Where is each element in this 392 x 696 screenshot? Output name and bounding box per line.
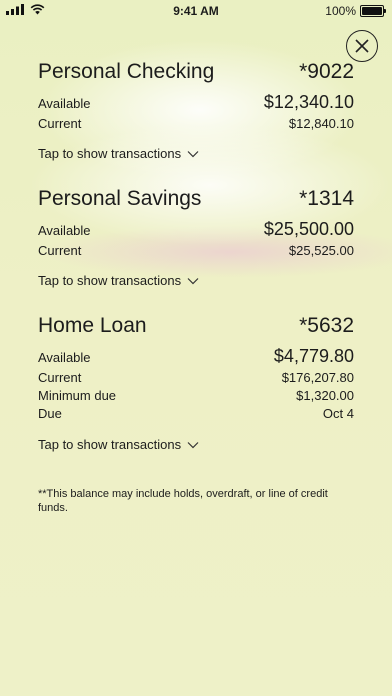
balance-value: $12,840.10	[288, 116, 354, 131]
show-transactions-toggle[interactable]: Tap to show transactions	[38, 437, 199, 452]
show-transactions-label: Tap to show transactions	[38, 146, 182, 161]
balance-value: $25,525.00	[288, 243, 354, 258]
balance-value: Oct 4	[322, 406, 354, 421]
balance-label: Current	[38, 116, 82, 131]
balance-row-current: Current $25,525.00	[38, 243, 354, 258]
close-icon	[355, 39, 369, 53]
show-transactions-label: Tap to show transactions	[38, 273, 182, 288]
account-name: Personal Savings	[38, 187, 202, 210]
balance-value: $1,320.00	[296, 388, 354, 403]
show-transactions-toggle[interactable]: Tap to show transactions	[38, 146, 199, 161]
close-button[interactable]	[346, 30, 378, 62]
account-number: *1314	[299, 187, 354, 210]
account-card-checking: Personal Checking *9022 Available $12,34…	[38, 60, 354, 170]
chevron-down-icon	[187, 150, 199, 157]
balance-label: Current	[38, 243, 82, 258]
battery-icon	[360, 5, 386, 17]
balance-row-current: Current $176,207.80	[38, 370, 354, 385]
balance-row-minimum-due: Minimum due $1,320.00	[38, 388, 354, 403]
account-name: Home Loan	[38, 314, 147, 337]
account-number: *9022	[299, 60, 354, 83]
balance-label: Available	[38, 223, 91, 238]
balance-row-available: Available $25,500.00	[38, 219, 354, 240]
chevron-down-icon	[187, 441, 199, 448]
balance-value: $12,340.10	[263, 92, 354, 112]
balance-label: Available	[38, 350, 91, 365]
balance-row-available: Available $12,340.10	[38, 92, 354, 113]
account-card-home-loan: Home Loan *5632 Available $4,779.80 Curr…	[38, 314, 354, 464]
balance-value: $4,779.80	[273, 346, 354, 366]
balance-footnote: **This balance may include holds, overdr…	[38, 488, 328, 514]
balance-label: Due	[38, 406, 62, 421]
show-transactions-toggle[interactable]: Tap to show transactions	[38, 273, 199, 288]
show-transactions-label: Tap to show transactions	[38, 437, 182, 452]
battery-percent: 100%	[325, 4, 356, 18]
account-name: Personal Checking	[38, 60, 215, 83]
balance-value: $176,207.80	[281, 370, 354, 385]
balance-row-due-date: Due Oct 4	[38, 406, 354, 421]
balance-label: Available	[38, 96, 91, 111]
status-bar: 9:41 AM 100%	[0, 0, 392, 22]
balance-row-available: Available $4,779.80	[38, 346, 354, 367]
account-card-savings: Personal Savings *1314 Available $25,500…	[38, 187, 354, 297]
account-number: *5632	[299, 314, 354, 337]
chevron-down-icon	[187, 277, 199, 284]
balance-label: Current	[38, 370, 82, 385]
balance-value: $25,500.00	[263, 219, 354, 239]
balance-row-current: Current $12,840.10	[38, 116, 354, 131]
balance-label: Minimum due	[38, 388, 117, 403]
